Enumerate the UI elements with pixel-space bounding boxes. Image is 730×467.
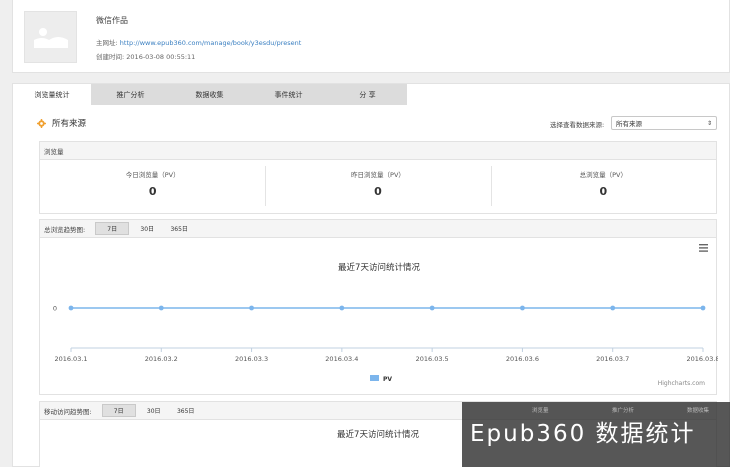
pv-today-value: 0 <box>148 185 157 198</box>
pv-panel-header: 浏览量 <box>40 142 716 160</box>
tab-pv-stats[interactable]: 浏览量统计 <box>13 84 91 105</box>
x-tick-label: 2016.03.3 <box>235 355 268 363</box>
data-point <box>610 305 616 311</box>
data-point <box>339 305 345 311</box>
source-select[interactable]: 所有来源 ⇕ <box>611 116 717 130</box>
data-point <box>429 305 435 311</box>
tab-share[interactable]: 分 享 <box>328 84 407 105</box>
source-title-text: 所有来源 <box>52 119 87 129</box>
y-tick-label: 0 <box>53 305 57 313</box>
stats-tabs: 浏览量统计 推广分析 数据收集 事件统计 分 享 <box>13 84 407 105</box>
data-point <box>700 305 706 311</box>
trend-chart: 最近7天访问统计情况 2016.03.1 2016.03.2 2016.03.3 201… <box>40 238 720 395</box>
book-url-link[interactable]: http://www.epub360.com/manage/book/y3esd… <box>120 39 302 47</box>
trend-header-label: 总浏览趋势图: <box>44 225 86 234</box>
range-7d-button[interactable]: 7日 <box>95 222 130 235</box>
mobile-range-30d-button[interactable]: 30日 <box>140 404 168 417</box>
x-tick-label: 2016.03.2 <box>145 355 178 363</box>
select-caret-icon: ⇕ <box>706 120 712 127</box>
x-tick-label: 2016.03.5 <box>416 355 449 363</box>
pv-yesterday-label: 昨日浏览量（PV） <box>351 171 405 179</box>
book-url-row: 主网址: http://www.epub360.com/manage/book/… <box>96 37 301 47</box>
x-tick-label: 2016.03.6 <box>506 355 539 363</box>
trend-panel: 总浏览趋势图: 7日 30日 365日 最近7天访问统计情况 2016.03.1 2… <box>39 219 720 395</box>
data-point <box>520 305 525 311</box>
legend-label: PV <box>383 376 392 383</box>
book-info-card: 微信作品 主网址: http://www.epub360.com/manage/… <box>12 0 730 73</box>
pv-yesterday: 昨日浏览量（PV） 0 <box>265 160 490 214</box>
book-thumbnail <box>24 11 77 63</box>
book-created-row: 创建时间: 2016-03-08 00:55:11 <box>96 51 195 61</box>
gear-icon <box>37 118 46 128</box>
chart-title: 最近7天访问统计情况 <box>338 262 420 273</box>
mobile-range-365d-button[interactable]: 365日 <box>172 404 200 417</box>
watermark-text: Epub360 数据统计 <box>470 421 696 447</box>
data-point <box>249 305 254 311</box>
source-title: 所有来源 <box>37 117 86 129</box>
x-tick-label: 2016.03.7 <box>596 355 629 363</box>
book-created-label: 创建时间: <box>96 53 125 61</box>
pv-today-label: 今日浏览量（PV） <box>125 171 180 179</box>
pv-total: 总浏览量（PV） 0 <box>490 160 716 214</box>
mobile-range-7d-button[interactable]: 7日 <box>101 404 136 417</box>
data-point <box>68 305 74 311</box>
tab-data-collection[interactable]: 数据收集 <box>170 84 249 105</box>
trend-panel-header: 总浏览趋势图: 7日 30日 365日 <box>40 220 716 238</box>
book-title: 微信作品 <box>96 16 128 25</box>
data-point <box>158 305 164 311</box>
chart-menu-icon[interactable] <box>699 244 708 252</box>
pv-total-value: 0 <box>599 185 608 198</box>
mobile-header-label: 移动访问趋势图: <box>44 407 92 416</box>
book-created-value: 2016-03-08 00:55:11 <box>126 53 196 61</box>
pv-total-label: 总浏览量（PV） <box>579 171 627 179</box>
image-placeholder-icon <box>33 28 68 48</box>
tab-event-stats[interactable]: 事件统计 <box>249 84 328 105</box>
legend-swatch <box>370 375 379 381</box>
trend-chart-svg: 最近7天访问统计情况 2016.03.1 2016.03.2 2016.03.3 201… <box>53 262 720 387</box>
tab-promotion[interactable]: 推广分析 <box>91 84 170 105</box>
range-365d-button[interactable]: 365日 <box>165 222 193 235</box>
pv-today: 今日浏览量（PV） 0 <box>40 160 265 214</box>
x-tick-label: 2016.03.4 <box>325 355 358 363</box>
x-tick-label: 2016.03.8 <box>686 355 718 363</box>
range-30d-button[interactable]: 30日 <box>133 222 161 235</box>
source-select-value: 所有来源 <box>616 120 642 128</box>
pv-yesterday-value: 0 <box>374 185 382 198</box>
source-select-label: 选择查看数据来源: <box>550 121 605 129</box>
chart-credit: Highcharts.com <box>658 380 705 387</box>
book-url-label: 主网址: <box>96 39 118 47</box>
x-tick-label: 2016.03.1 <box>54 355 87 363</box>
watermark-overlay: 浏览量 推广分析 数据收集 Epub360 数据统计 <box>462 402 730 467</box>
pv-panel: 浏览量 今日浏览量（PV） 0 昨日浏览量（PV） 0 总浏览量（PV） 0 <box>39 141 717 214</box>
